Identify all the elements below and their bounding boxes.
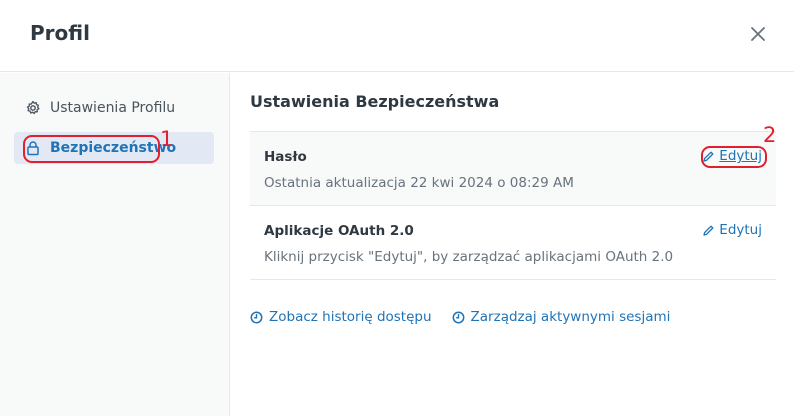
password-title: Hasło [264, 149, 307, 165]
sidebar-item-profile-settings[interactable]: Ustawienia Profilu [14, 92, 214, 124]
access-history-link[interactable]: Zobacz historię dostępu [250, 309, 432, 325]
edit-label: Edytuj [719, 222, 762, 238]
sidebar: Ustawienia Profilu Bezpieczeństwo [0, 73, 230, 416]
oauth-description: Kliknij przycisk "Edytuj", by zarządzać … [264, 249, 674, 265]
lock-icon [25, 140, 41, 156]
section-title: Ustawienia Bezpieczeństwa [250, 92, 500, 111]
pencil-icon [702, 150, 715, 163]
gear-icon [25, 100, 41, 116]
sidebar-item-label: Ustawienia Profilu [50, 100, 176, 116]
oauth-title: Aplikacje OAuth 2.0 [264, 223, 414, 239]
pencil-icon [702, 224, 715, 237]
close-icon[interactable] [748, 24, 768, 44]
active-sessions-label: Zarządzaj aktywnymi sesjami [470, 309, 671, 325]
page-title: Profil [30, 21, 90, 45]
active-sessions-link[interactable]: Zarządzaj aktywnymi sesjami [452, 309, 671, 325]
clock-icon [452, 311, 465, 324]
edit-label: Edytuj [719, 148, 762, 164]
oauth-row: Aplikacje OAuth 2.0 Kliknij przycisk "Ed… [250, 205, 776, 280]
footer-links: Zobacz historię dostępu Zarządzaj aktywn… [250, 309, 690, 325]
password-row: Hasło Ostatnia aktualizacja 22 kwi 2024 … [250, 131, 776, 206]
sidebar-item-label: Bezpieczeństwo [50, 140, 177, 156]
edit-oauth-button[interactable]: Edytuj [702, 222, 762, 238]
clock-icon [250, 311, 263, 324]
sidebar-item-security[interactable]: Bezpieczeństwo [14, 132, 214, 164]
access-history-label: Zobacz historię dostępu [269, 309, 432, 325]
modal-header: Profil [0, 0, 794, 72]
edit-password-button[interactable]: Edytuj [702, 148, 762, 164]
password-description: Ostatnia aktualizacja 22 kwi 2024 o 08:2… [264, 175, 574, 191]
close-button[interactable] [748, 24, 768, 44]
